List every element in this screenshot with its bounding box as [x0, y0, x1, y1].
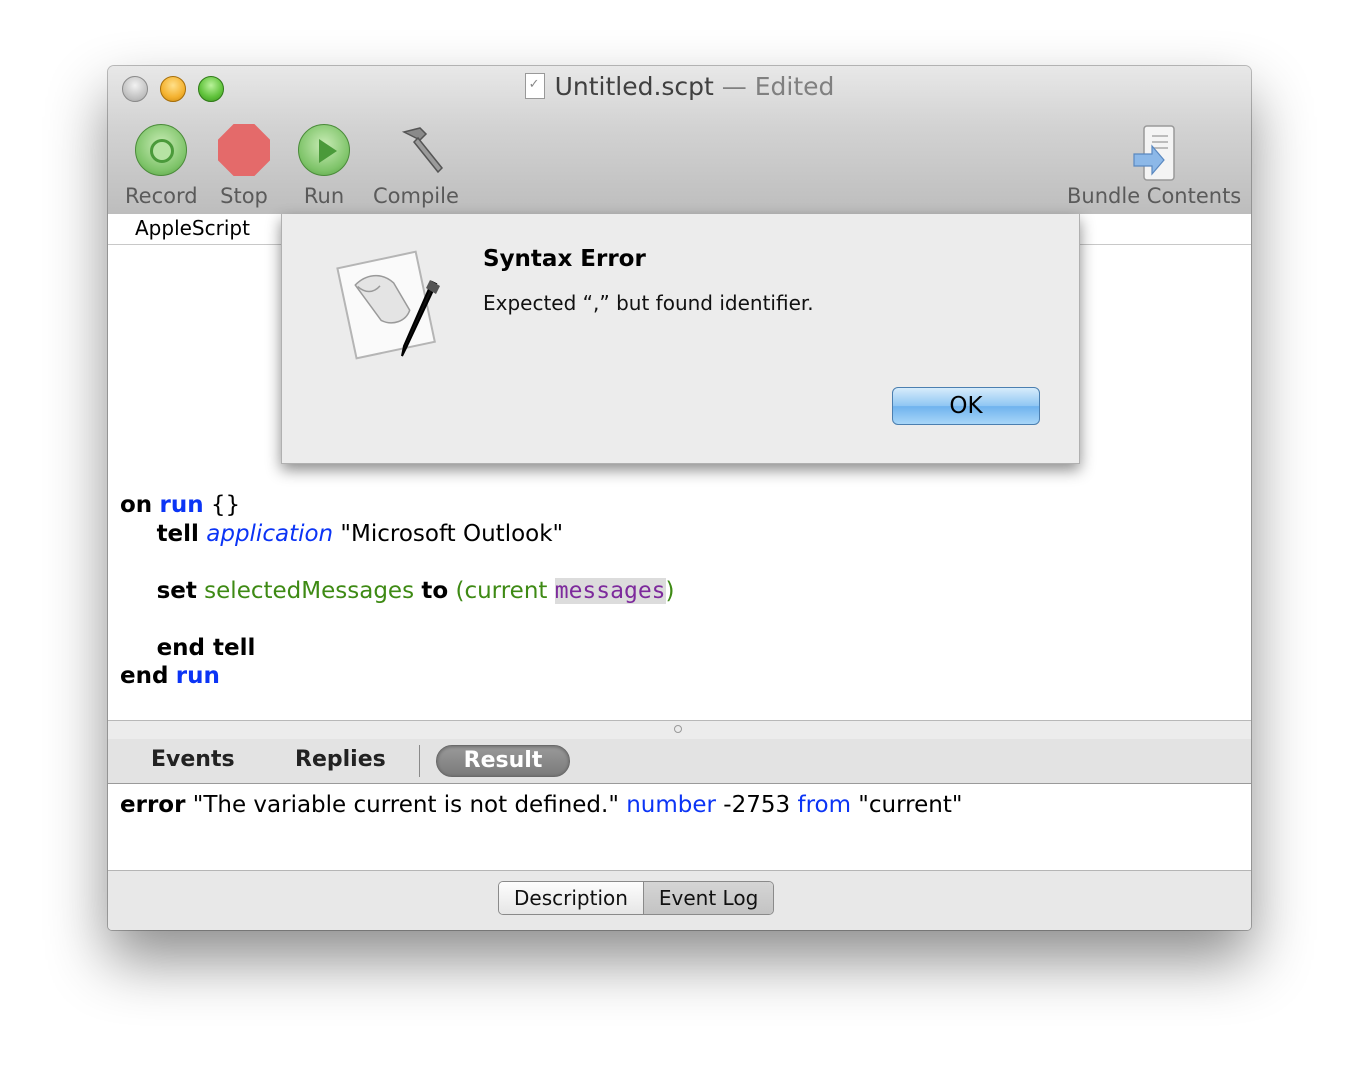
document-icon [524, 73, 545, 99]
record-button[interactable]: Record [125, 124, 198, 208]
tab-events[interactable]: Events [151, 747, 235, 772]
alert-message: Expected “,” but found identifier. [483, 291, 814, 315]
title-status: Edited [754, 72, 835, 101]
bundle-contents-icon [1128, 124, 1180, 181]
run-label: Run [303, 184, 345, 208]
code-keyword: on [120, 492, 153, 518]
code-keyword: set [156, 577, 197, 604]
code-handler: run [175, 663, 220, 689]
result-from-value: "current" [851, 792, 963, 818]
title-separator: — [713, 72, 755, 101]
run-button[interactable]: Run [298, 124, 350, 208]
script-code: on run {} tell application "Microsoft Ou… [120, 491, 675, 691]
code-keyword: tell [156, 520, 199, 547]
syntax-error-sheet: Syntax Error Expected “,” but found iden… [281, 214, 1080, 464]
code-keyword: end [120, 663, 169, 689]
code-paren: ) [665, 577, 675, 604]
description-button[interactable]: Description [499, 882, 643, 914]
language-selector[interactable]: AppleScript [135, 216, 250, 240]
result-from-keyword: from [797, 792, 851, 818]
code-braces: {} [203, 492, 241, 518]
result-message: "The variable current is not defined." [185, 792, 627, 818]
stop-button[interactable]: Stop [218, 124, 270, 208]
pane-splitter[interactable] [108, 720, 1251, 740]
result-tabs: Events Replies Result [108, 739, 1251, 784]
tab-result[interactable]: Result [436, 745, 570, 777]
alert-title: Syntax Error [483, 246, 646, 272]
compile-button[interactable]: Compile [373, 124, 459, 208]
result-number-keyword: number [626, 792, 716, 818]
code-handler: run [159, 492, 204, 518]
result-keyword: error [120, 792, 186, 818]
code-error-highlight: messages [554, 577, 666, 604]
code-class: application [206, 520, 334, 547]
bundle-contents-button[interactable]: Bundle Contents [1067, 124, 1241, 208]
record-label: Record [125, 184, 198, 208]
splitter-grip-icon[interactable] [674, 725, 682, 733]
stop-icon [218, 124, 270, 176]
code-keyword: end tell [156, 634, 256, 661]
script-editor-window: Untitled.scpt — Edited Record Stop Run C… [108, 66, 1251, 930]
compile-label: Compile [373, 184, 459, 208]
ok-button[interactable]: OK [892, 387, 1040, 425]
event-log-button[interactable]: Event Log [642, 882, 774, 914]
hammer-icon [390, 124, 443, 176]
result-line: error "The variable current is not defin… [120, 792, 962, 818]
stop-label: Stop [220, 184, 268, 208]
record-icon [135, 124, 188, 176]
view-segmented-control: Description Event Log [498, 881, 775, 915]
run-icon [298, 124, 350, 176]
script-editor-app-icon [332, 244, 450, 364]
window-title-name: Untitled.scpt [554, 72, 714, 101]
code-string: "Microsoft Outlook" [333, 520, 564, 547]
tab-divider [419, 745, 420, 777]
code-uncompiled: (current [455, 577, 555, 604]
titlebar: Untitled.scpt — Edited Record Stop Run C… [108, 66, 1251, 215]
tab-replies[interactable]: Replies [295, 747, 386, 772]
bottom-bar: Description Event Log [108, 871, 1251, 930]
window-title: Untitled.scpt — Edited [108, 72, 1251, 101]
result-pane[interactable]: error "The variable current is not defin… [108, 784, 1251, 871]
code-variable: selectedMessages [204, 577, 415, 604]
result-number-value: -2753 [716, 792, 798, 818]
code-keyword: to [421, 577, 449, 604]
bundle-contents-label: Bundle Contents [1067, 184, 1242, 208]
